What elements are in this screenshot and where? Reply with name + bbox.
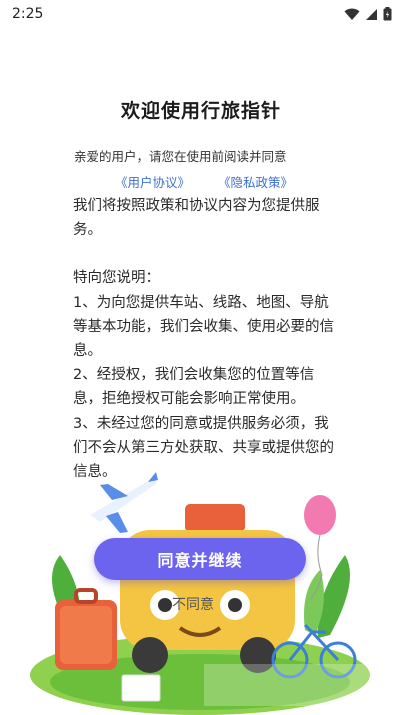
suitcase-icon xyxy=(55,588,117,670)
user-agreement-link[interactable]: 《用户协议》 xyxy=(115,172,190,191)
bus-icon xyxy=(120,504,295,673)
paper-icon xyxy=(121,674,161,702)
terms-body: 我们将按照政策和协议内容为您提供服务。 特向您说明： 1、为向您提供车站、线路、… xyxy=(73,194,335,484)
terms-item-1: 1、为向您提供车站、线路、地图、导航等基本功能，我们会收集、使用必要的信息。 xyxy=(73,294,334,360)
status-icons xyxy=(344,7,392,21)
explanation-heading: 特向您说明： xyxy=(73,270,160,287)
intro-text: 亲爱的用户，请您在使用前阅读并同意 xyxy=(74,149,287,164)
privacy-policy-link[interactable]: 《隐私政策》 xyxy=(218,172,293,191)
airplane-icon xyxy=(90,472,158,533)
signal-icon xyxy=(366,8,377,20)
policy-links: 《用户协议》 《隐私政策》 xyxy=(115,172,293,191)
status-time: 2:25 xyxy=(12,6,44,22)
status-bar: 2:25 xyxy=(0,0,402,28)
battery-icon xyxy=(383,7,392,21)
agree-button[interactable]: 同意并继续 xyxy=(94,538,306,580)
watermark xyxy=(204,664,382,706)
disagree-link[interactable]: 不同意 xyxy=(172,594,214,614)
dialog-title: 欢迎使用行旅指针 xyxy=(120,100,281,122)
terms-item-2: 2、经授权，我们会收集您的位置等信息，拒绝授权可能会影响正常使用。 xyxy=(73,367,315,408)
service-paragraph: 我们将按照政策和协议内容为您提供服务。 xyxy=(73,198,320,239)
wifi-icon xyxy=(344,8,360,20)
